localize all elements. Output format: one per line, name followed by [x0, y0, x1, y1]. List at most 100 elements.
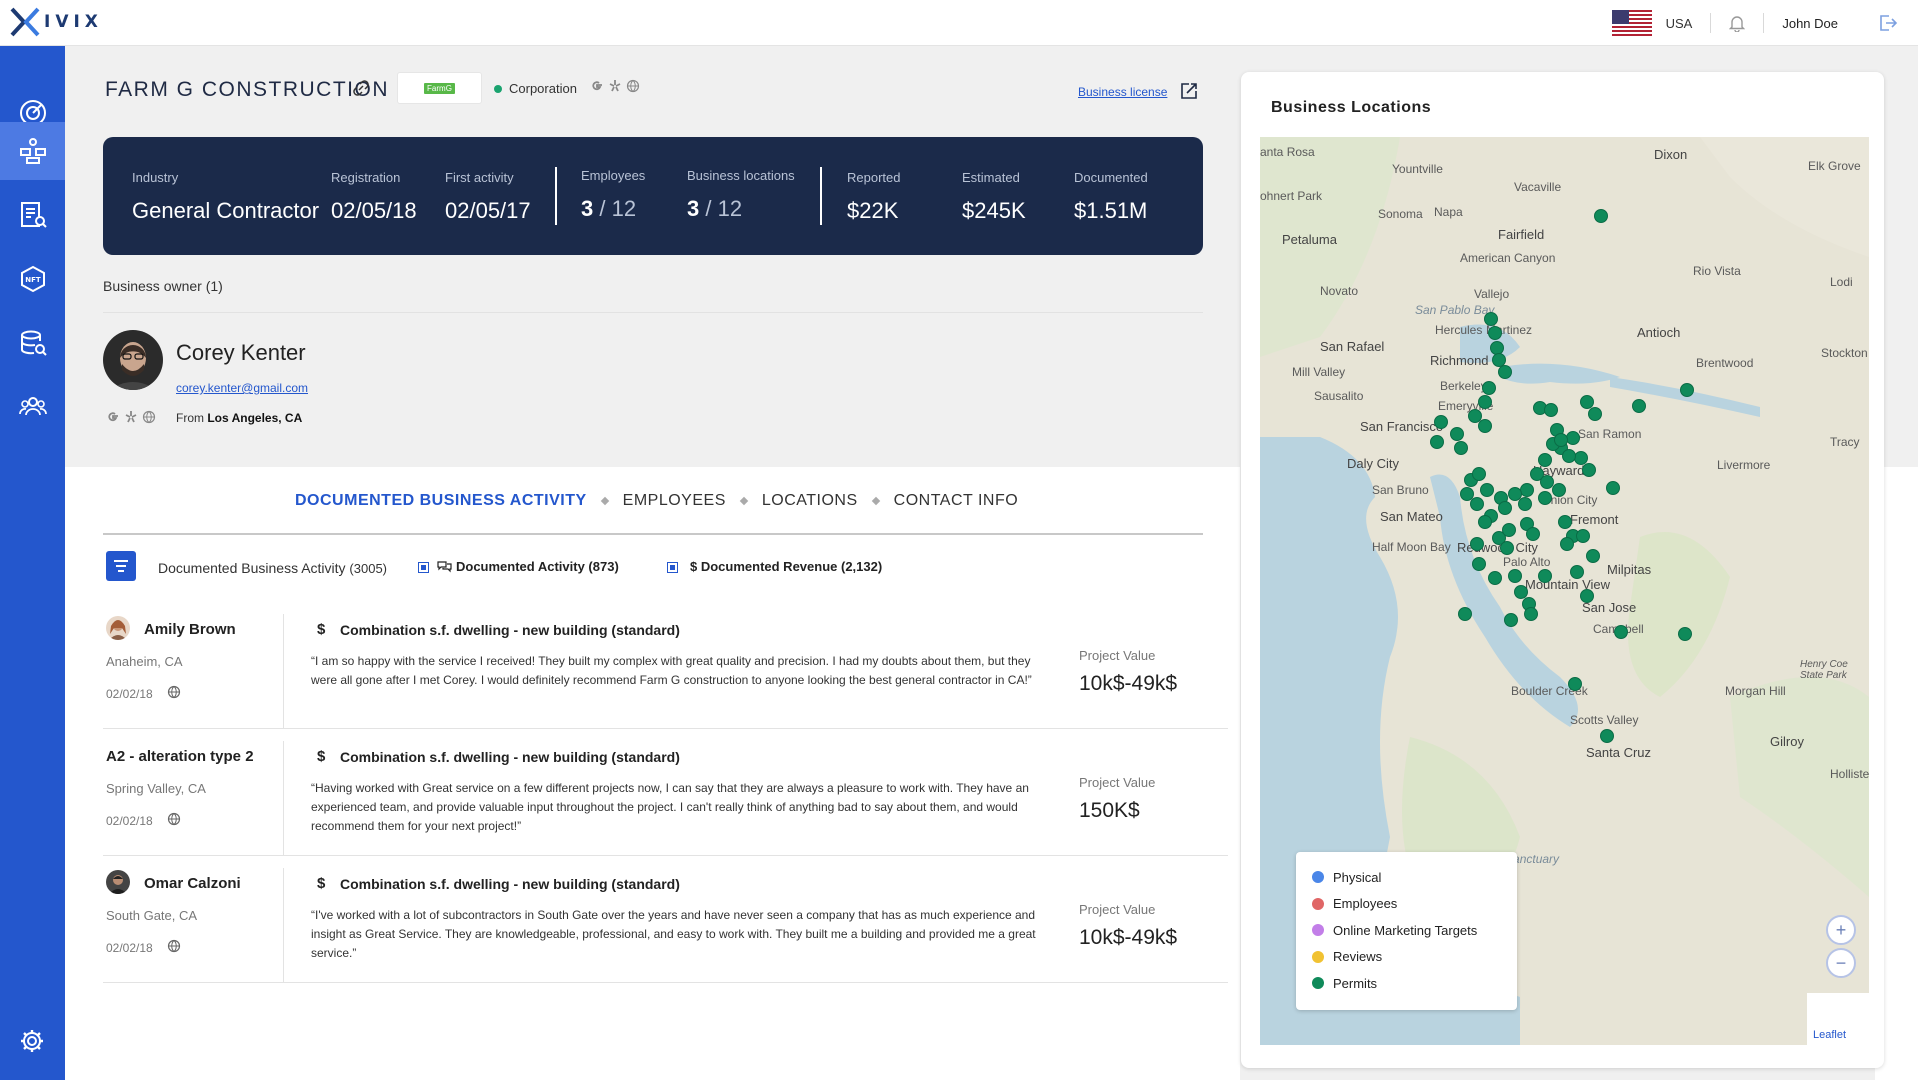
- permit-location-marker[interactable]: [1488, 326, 1502, 340]
- activity-row[interactable]: Amily Brown Anaheim, CA 02/02/18 $ Combi…: [103, 602, 1228, 729]
- business-license-link[interactable]: Business license: [1078, 85, 1167, 99]
- documented-revenue-filter[interactable]: $ Documented Revenue (2,132): [690, 559, 882, 574]
- permit-location-marker[interactable]: [1458, 607, 1472, 621]
- legend-item-permits[interactable]: Permits: [1312, 970, 1501, 997]
- documented-revenue-checkbox[interactable]: [667, 562, 678, 573]
- permit-location-marker[interactable]: [1600, 729, 1614, 743]
- permit-location-marker[interactable]: [1504, 613, 1518, 627]
- permit-location-marker[interactable]: [1500, 541, 1514, 555]
- sidebar-item-nft[interactable]: NFT: [0, 250, 65, 308]
- permit-location-marker[interactable]: [1576, 529, 1590, 543]
- sidebar-item-businesses[interactable]: [0, 122, 65, 180]
- legend-item-employees[interactable]: Employees: [1312, 891, 1501, 918]
- permit-location-marker[interactable]: [1594, 209, 1608, 223]
- permit-location-marker[interactable]: [1568, 677, 1582, 691]
- legend-item-online-marketing-targets[interactable]: Online Marketing Targets: [1312, 917, 1501, 944]
- legend-item-physical[interactable]: Physical: [1312, 864, 1501, 891]
- globe-icon[interactable]: [167, 685, 181, 699]
- tab-contact-info[interactable]: CONTACT INFO: [894, 492, 1019, 510]
- permit-location-marker[interactable]: [1472, 557, 1486, 571]
- activity-row[interactable]: A2 - alteration type 2 Spring Valley, CA…: [103, 729, 1228, 856]
- copy-link-button[interactable]: [353, 80, 369, 101]
- permit-location-marker[interactable]: [1454, 441, 1468, 455]
- permit-location-marker[interactable]: [1680, 383, 1694, 397]
- permit-location-marker[interactable]: [1538, 491, 1552, 505]
- permit-location-marker[interactable]: [1580, 589, 1594, 603]
- documented-activity-checkbox[interactable]: [418, 562, 429, 573]
- permit-location-marker[interactable]: [1538, 569, 1552, 583]
- yelp-icon[interactable]: [124, 410, 138, 424]
- yelp-icon[interactable]: [608, 79, 622, 93]
- tab-locations[interactable]: LOCATIONS: [762, 492, 858, 510]
- us-flag-icon[interactable]: [1611, 10, 1652, 36]
- google-icon[interactable]: [590, 79, 604, 93]
- notifications-button[interactable]: [1729, 14, 1746, 32]
- permit-location-marker[interactable]: [1678, 627, 1692, 641]
- permit-location-marker[interactable]: [1498, 365, 1512, 379]
- permit-location-marker[interactable]: [1520, 483, 1534, 497]
- permit-location-marker[interactable]: [1570, 565, 1584, 579]
- logout-button[interactable]: [1878, 14, 1898, 32]
- permit-location-marker[interactable]: [1488, 571, 1502, 585]
- permit-location-marker[interactable]: [1472, 467, 1486, 481]
- permit-location-marker[interactable]: [1562, 449, 1576, 463]
- permit-location-marker[interactable]: [1470, 497, 1484, 511]
- permit-location-marker[interactable]: [1558, 515, 1572, 529]
- tab-documented-business-activity[interactable]: DOCUMENTED BUSINESS ACTIVITY: [295, 492, 587, 510]
- documented-activity-filter[interactable]: Documented Activity (873): [437, 559, 619, 574]
- open-license-button[interactable]: [1180, 82, 1198, 105]
- permit-location-marker[interactable]: [1478, 395, 1492, 409]
- owner-avatar[interactable]: [103, 330, 163, 390]
- globe-icon[interactable]: [626, 79, 640, 93]
- permit-location-marker[interactable]: [1478, 515, 1492, 529]
- sidebar-item-database[interactable]: [0, 314, 65, 372]
- permit-location-marker[interactable]: [1588, 407, 1602, 421]
- globe-icon[interactable]: [167, 812, 181, 826]
- permit-location-marker[interactable]: [1544, 403, 1558, 417]
- permit-location-marker[interactable]: [1470, 537, 1484, 551]
- permit-location-marker[interactable]: [1508, 569, 1522, 583]
- permit-location-marker[interactable]: [1560, 537, 1574, 551]
- permit-location-marker[interactable]: [1482, 381, 1496, 395]
- owner-email-link[interactable]: corey.kenter@gmail.com: [176, 381, 308, 395]
- zoom-in-button[interactable]: +: [1826, 915, 1856, 945]
- tab-employees[interactable]: EMPLOYEES: [623, 492, 726, 510]
- permit-location-marker[interactable]: [1554, 433, 1568, 447]
- leaflet-attribution-link[interactable]: Leaflet: [1807, 993, 1869, 1045]
- user-name[interactable]: John Doe: [1782, 16, 1838, 31]
- zoom-out-button[interactable]: −: [1826, 948, 1856, 978]
- permit-location-marker[interactable]: [1614, 625, 1628, 639]
- sidebar-item-reports[interactable]: [0, 186, 65, 244]
- permit-location-marker[interactable]: [1606, 481, 1620, 495]
- legend-item-reviews[interactable]: Reviews: [1312, 944, 1501, 971]
- permit-location-marker[interactable]: [1538, 453, 1552, 467]
- permit-location-marker[interactable]: [1582, 463, 1596, 477]
- google-icon[interactable]: [106, 410, 120, 424]
- globe-icon[interactable]: [167, 939, 181, 953]
- permit-location-marker[interactable]: [1566, 431, 1580, 445]
- reviewer-name: Omar Calzoni: [144, 875, 241, 892]
- country-selector[interactable]: USA: [1666, 16, 1693, 31]
- business-locations-map[interactable]: anta Rosa Yountville Vacaville Dixon Elk Gro…: [1260, 137, 1869, 1045]
- permit-location-marker[interactable]: [1430, 435, 1444, 449]
- permit-location-marker[interactable]: [1632, 399, 1646, 413]
- permit-location-marker[interactable]: [1498, 501, 1512, 515]
- permit-location-marker[interactable]: [1586, 549, 1600, 563]
- settings-button[interactable]: [19, 1028, 45, 1059]
- permit-location-marker[interactable]: [1502, 523, 1516, 537]
- permit-location-marker[interactable]: [1518, 497, 1532, 511]
- permit-location-marker[interactable]: [1524, 607, 1538, 621]
- permit-location-marker[interactable]: [1434, 415, 1448, 429]
- filter-menu-button[interactable]: [106, 551, 136, 581]
- permit-location-marker[interactable]: [1480, 483, 1494, 497]
- permit-location-marker[interactable]: [1478, 419, 1492, 433]
- permit-location-marker[interactable]: [1450, 427, 1464, 441]
- globe-icon[interactable]: [142, 410, 156, 424]
- permit-location-marker[interactable]: [1552, 483, 1566, 497]
- permit-location-marker[interactable]: [1526, 527, 1540, 541]
- permit-location-marker[interactable]: [1484, 312, 1498, 326]
- ivix-logo[interactable]: IVIX: [10, 6, 103, 38]
- activity-row[interactable]: Omar Calzoni South Gate, CA 02/02/18 $ C…: [103, 856, 1228, 983]
- sidebar-item-people[interactable]: [0, 377, 65, 435]
- permit-location-marker[interactable]: [1508, 487, 1522, 501]
